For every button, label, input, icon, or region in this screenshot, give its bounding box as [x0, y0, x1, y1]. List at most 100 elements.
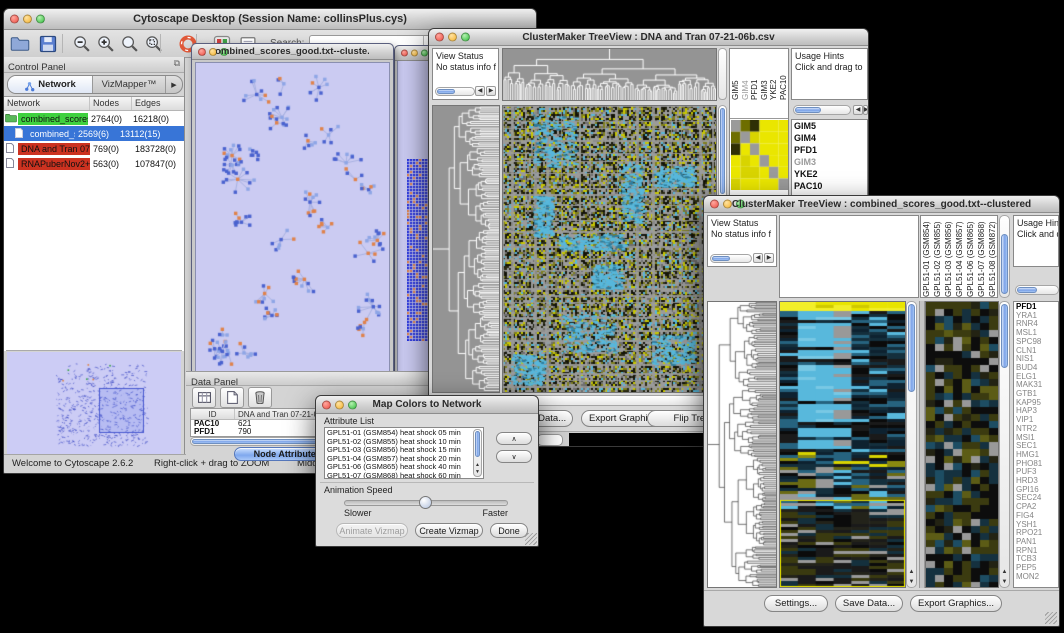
zoom-heatmap[interactable]	[731, 120, 788, 190]
scrollbar-thumb[interactable]	[712, 256, 730, 261]
network-row-name[interactable]: RNAPuberNov2+!	[18, 158, 90, 170]
column-label[interactable]: GPL51-07 (GSM868)	[977, 216, 988, 297]
column-label[interactable]: GPL51-01 (GSM854)	[922, 216, 933, 297]
slider-thumb[interactable]	[419, 496, 432, 509]
resize-grip[interactable]	[1045, 612, 1057, 624]
close-icon[interactable]	[322, 400, 331, 409]
column-tree-panel[interactable]	[779, 215, 919, 298]
column-header-network[interactable]: Network	[4, 97, 90, 110]
global-heatmap[interactable]	[502, 105, 717, 393]
dialog-titlebar[interactable]: Map Colors to Network	[316, 396, 538, 414]
delete-attribute-icon[interactable]	[248, 387, 272, 408]
heatmap-vscrollbar[interactable]: ▲ ▼	[906, 301, 917, 588]
attribute-table-icon[interactable]	[192, 387, 216, 408]
close-icon[interactable]	[198, 48, 206, 56]
column-label[interactable]: PAC10	[779, 49, 789, 100]
animation-speed-slider[interactable]	[344, 500, 508, 506]
network-row-name[interactable]: combined_scores	[18, 113, 88, 125]
gene-label[interactable]: GIM4	[792, 132, 867, 144]
create-vizmap-button[interactable]: Create Vizmap	[415, 523, 483, 538]
scroll-up-icon[interactable]: ▲	[1000, 569, 1009, 575]
scrollbar-thumb[interactable]	[908, 304, 915, 392]
close-icon[interactable]	[401, 50, 408, 57]
gene-label[interactable]: YKE2	[792, 168, 867, 180]
table-row[interactable]: combined_scores 2764(0) 16218(0)	[4, 111, 184, 126]
column-label[interactable]: GPL51-08 (GSM872)	[988, 216, 998, 297]
close-icon[interactable]	[435, 33, 444, 42]
column-label[interactable]: GPL51-06 (GSM865)	[966, 216, 977, 297]
save-data-button[interactable]: Save Data...	[835, 595, 903, 612]
save-icon[interactable]	[38, 34, 58, 54]
zoom-vscrollbar[interactable]: ▲ ▼	[999, 301, 1010, 588]
table-row-selected[interactable]: combined_sco 2569(6) 13112(15)	[4, 126, 184, 141]
scrollbar-thumb[interactable]	[1017, 287, 1037, 293]
network-row-name[interactable]: DNA and Tran 07	[18, 143, 90, 155]
scroll-left-icon[interactable]: ◀	[475, 86, 485, 96]
column-label[interactable]: GIM3	[760, 49, 770, 100]
network-view-titlebar[interactable]: combined_scores_good.txt--cluste...	[192, 44, 393, 60]
gene-label[interactable]: PAC10	[792, 180, 867, 192]
minimize-icon[interactable]	[411, 50, 418, 57]
row-dendrogram[interactable]	[707, 301, 777, 588]
global-heatmap[interactable]	[779, 301, 906, 588]
treeview1-titlebar[interactable]: ClusterMaker TreeView : DNA and Tran 07-…	[429, 29, 868, 46]
move-down-button[interactable]: ∨	[496, 450, 532, 463]
export-graphics-button[interactable]: Export Graphics...	[910, 595, 1002, 612]
network-canvas[interactable]	[195, 62, 390, 375]
attribute-vscrollbar[interactable]: ▲ ▼	[473, 429, 482, 477]
scroll-up-icon[interactable]: ▲	[474, 462, 481, 468]
scrollbar-thumb[interactable]	[437, 89, 455, 94]
table-row[interactable]: RNAPuberNov2+! 563(0) 107847(0)	[4, 156, 184, 171]
scrollbar-thumb[interactable]	[1001, 234, 1008, 294]
row-dendrogram[interactable]	[432, 105, 500, 393]
zoom-in-icon[interactable]	[96, 34, 116, 54]
new-attribute-icon[interactable]	[220, 387, 244, 408]
column-label[interactable]: GPL51-03 (GSM856)	[944, 216, 955, 297]
settings-button[interactable]: Settings...	[764, 595, 828, 612]
column-label[interactable]: GIM4	[741, 49, 751, 100]
gene-label[interactable]: MON2	[1014, 573, 1058, 582]
scroll-up-icon[interactable]: ▲	[907, 569, 916, 575]
column-header-id[interactable]: ID	[191, 409, 235, 419]
mini-vscroll[interactable]	[718, 48, 727, 100]
scroll-down-icon[interactable]: ▼	[1000, 579, 1009, 585]
tab-network[interactable]: Network	[8, 76, 93, 93]
network-overview-panel[interactable]	[6, 350, 182, 455]
resize-grip[interactable]	[525, 533, 537, 545]
column-label[interactable]: GPL51-04 (GSM857)	[955, 216, 966, 297]
scrollbar-thumb[interactable]	[795, 107, 821, 113]
float-panel-icon[interactable]: ⧉	[174, 58, 180, 69]
scrollbar-thumb[interactable]	[475, 431, 480, 457]
gene-label[interactable]: GIM3	[792, 156, 867, 168]
scrollbar-thumb[interactable]	[1001, 304, 1008, 368]
scroll-left-icon[interactable]: ◀	[753, 253, 763, 263]
column-label[interactable]: GIM5	[731, 49, 741, 100]
view-status-scrollbar[interactable]	[435, 87, 475, 96]
gene-label[interactable]: PFD1	[792, 144, 867, 156]
column-header-edges[interactable]: Edges	[132, 97, 184, 110]
main-titlebar[interactable]: Cytoscape Desktop (Session Name: collins…	[4, 9, 536, 30]
treeview2-titlebar[interactable]: ClusterMaker TreeView : combined_scores_…	[704, 196, 1059, 213]
close-icon[interactable]	[710, 200, 719, 209]
zoom-heatmap[interactable]	[925, 301, 999, 588]
open-icon[interactable]	[10, 34, 30, 54]
move-up-button[interactable]: ∧	[496, 432, 532, 445]
scroll-down-icon[interactable]: ▼	[474, 469, 481, 475]
zoom-out-icon[interactable]	[72, 34, 92, 54]
zoom-window-icon[interactable]	[421, 50, 428, 57]
animate-vizmap-button[interactable]: Animate Vizmap	[336, 523, 408, 538]
tab-overflow-button[interactable]: ▶	[165, 76, 182, 93]
tab-vizmapper[interactable]: VizMapper™	[93, 76, 165, 93]
close-icon[interactable]	[10, 15, 19, 24]
table-row[interactable]: DNA and Tran 07 769(0) 183728(0)	[4, 141, 184, 156]
done-button[interactable]: Done	[490, 523, 528, 538]
summary-field[interactable]	[537, 434, 563, 446]
usage-hints-scrollbar[interactable]	[793, 105, 851, 115]
scrollbar-thumb[interactable]	[720, 108, 725, 194]
zoom-selected-icon[interactable]	[144, 34, 164, 54]
scroll-left-icon[interactable]: ◀	[853, 105, 863, 115]
scroll-down-icon[interactable]: ▼	[907, 579, 916, 585]
scroll-right-icon[interactable]: ▶	[863, 105, 868, 115]
network-overview-canvas[interactable]	[7, 352, 181, 454]
usage-hints-scrollbar[interactable]	[1015, 285, 1059, 295]
